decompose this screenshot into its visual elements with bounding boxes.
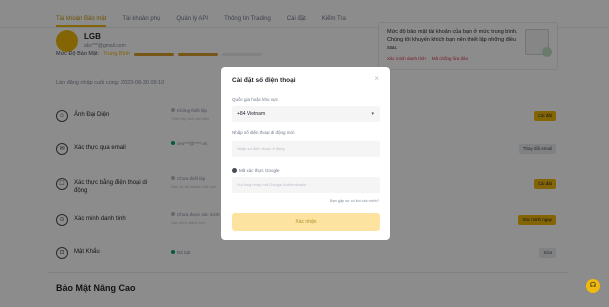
phone-input[interactable]: Nhập số điện thoại di động xyxy=(232,141,380,157)
google-auth-label: Mã xác thực Google xyxy=(232,168,280,174)
chevron-down-icon: ▾ xyxy=(371,111,374,117)
country-value: +84 Vietnam xyxy=(237,111,266,117)
confirm-button[interactable]: Xác nhận xyxy=(232,213,380,231)
close-icon[interactable]: × xyxy=(374,74,379,83)
google-auth-icon xyxy=(232,168,237,174)
country-label: Quốc gia hoặc khu vực xyxy=(232,97,279,102)
verification-help-link[interactable]: Bạn gặp sự cố khi xác minh? xyxy=(330,199,379,203)
headset-icon[interactable]: ☊ xyxy=(586,279,600,293)
phone-setup-modal: Cài đặt số điện thoại × Quốc gia hoặc kh… xyxy=(221,67,390,240)
modal-title: Cài đặt số điện thoại xyxy=(232,77,296,84)
country-select[interactable]: +84 Vietnam ▾ xyxy=(232,106,380,122)
phone-label: Nhập số điện thoại di động mới xyxy=(232,130,295,135)
google-auth-input[interactable]: Vui lòng nhập mã Google Authenticator xyxy=(232,177,380,193)
